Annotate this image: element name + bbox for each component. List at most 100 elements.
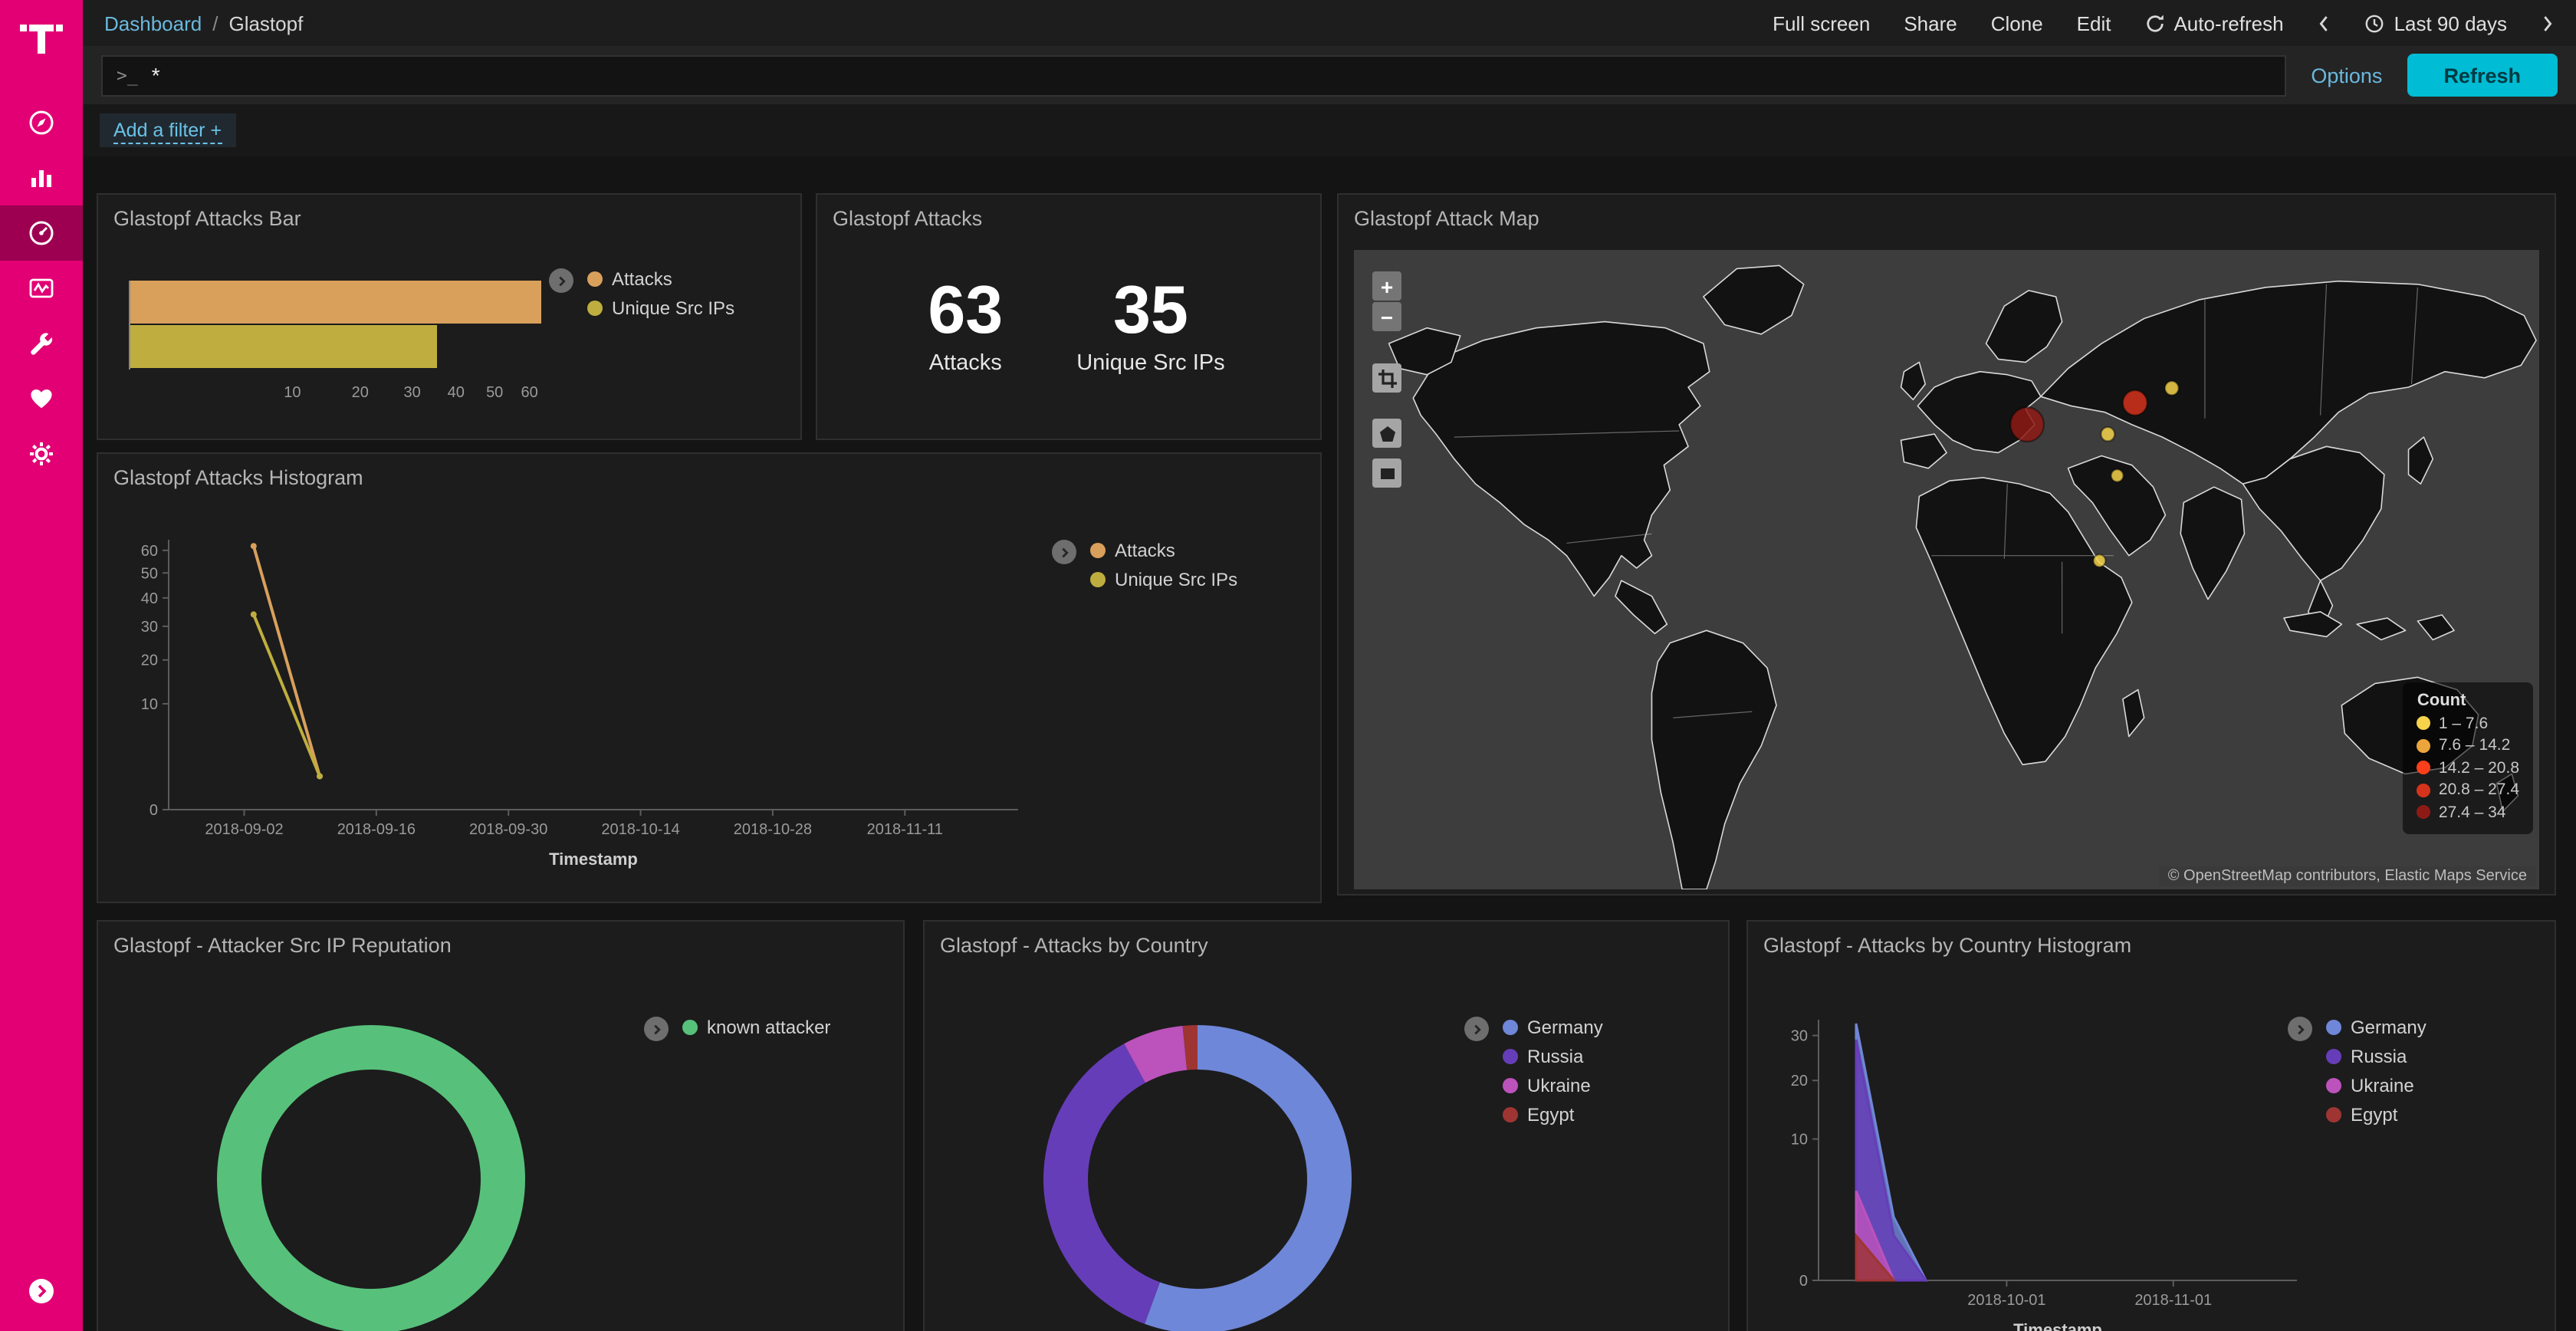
legend-item-germany[interactable]: Germany [2326,1017,2426,1038]
legend-label: known attacker [707,1017,830,1038]
attack-point[interactable] [2165,381,2179,395]
axis-label: 50 [141,565,158,582]
donut-chart-svg [1037,1018,1359,1331]
panel-attacks-bar: Glastopf Attacks Bar 102030405060Attacks… [97,193,802,440]
breadcrumb-current: Glastopf [228,12,303,35]
time-forward-button[interactable] [2541,13,2555,33]
add-filter-button[interactable]: Add a filter + [100,113,235,147]
legend: Attacks Unique Src IPs [1052,540,1237,590]
add-filter-label: Add a filter + [113,120,222,144]
attack-point[interactable] [2093,554,2105,567]
axis-label: 20 [1791,1073,1808,1089]
legend-toggle-icon[interactable] [2288,1017,2312,1041]
legend-toggle-icon[interactable] [1464,1017,1489,1041]
options-link[interactable]: Options [2311,64,2382,87]
breadcrumb-dashboard-link[interactable]: Dashboard [104,12,202,35]
time-back-button[interactable] [2318,13,2331,33]
time-range-button[interactable]: Last 90 days [2365,12,2507,35]
legend-dot [682,1020,698,1035]
menu-item-edit[interactable]: Edit [2077,12,2111,35]
sidebar-item-devtools[interactable] [0,316,83,371]
legend-item-ukraine[interactable]: Ukraine [1503,1075,1603,1096]
map-legend-row: 1 – 7.6 [2417,714,2519,732]
legend-toggle-icon[interactable] [549,268,573,293]
sidebar-item-dashboard[interactable] [0,205,83,261]
axis-label: 30 [1791,1028,1808,1045]
menu-item-share[interactable]: Share [1904,12,1957,35]
tick-label: 60 [521,385,537,402]
legend-items: known attacker [682,1017,830,1038]
legend-item-known-attacker[interactable]: known attacker [682,1017,830,1038]
panel-title: Glastopf - Attacker Src IP Reputation [113,934,888,957]
search-input[interactable] [152,63,2272,87]
query-bar: >_ Options Refresh [83,46,2576,104]
legend-item-russia[interactable]: Russia [2326,1046,2426,1067]
legend-items: Germany Russia Ukraine Egypt [1503,1017,1603,1126]
bar-attacks[interactable] [130,281,541,324]
panel-attacks-metric: Glastopf Attacks 63Attacks35Unique Src I… [816,193,1322,440]
legend-dot [2326,1049,2341,1064]
tick-label: 50 [486,385,503,402]
metric-row: 63Attacks35Unique Src IPs [833,278,1305,376]
area-chart-svg: 01020302018-10-012018-11-01Timestamp [1766,1001,2309,1331]
legend-items: Attacks Unique Src IPs [1090,540,1237,590]
attack-point[interactable] [2123,390,2147,416]
filter-bar: Add a filter + [83,104,2576,156]
query-input-wrap: >_ [101,54,2286,96]
axis-label: 2018-11-01 [2134,1292,2212,1309]
zoom-in-button[interactable]: + [1372,271,1401,301]
gear-icon [28,440,55,468]
series-unique-src-ips[interactable] [254,614,320,776]
legend-item-ukraine[interactable]: Ukraine [2326,1075,2426,1096]
legend-item-attacks[interactable]: Attacks [587,268,734,290]
tick-label: 10 [284,385,301,402]
menu-item-full-screen[interactable]: Full screen [1773,12,1870,35]
attack-point[interactable] [2111,469,2124,481]
crop-tool-button[interactable] [1372,363,1401,393]
bar-unique-src-ips[interactable] [130,325,436,368]
rectangle-tool-button[interactable] [1372,458,1401,488]
refresh-button[interactable]: Refresh [2407,54,2558,97]
polygon-tool-button[interactable] [1372,419,1401,448]
donut-chart-svg [210,1018,532,1331]
legend: Germany Russia Ukraine Egypt [2288,1017,2426,1126]
legend-item-attacks[interactable]: Attacks [1090,540,1237,561]
time-range-label: Last 90 days [2394,12,2507,35]
panel-title: Glastopf Attacks Histogram [113,466,1305,489]
attack-map[interactable]: © OpenStreetMap contributors, Elastic Ma… [1354,250,2539,889]
metric-label: Unique Src IPs [1076,351,1224,376]
legend-label: 27.4 – 34 [2439,803,2506,821]
zoom-out-button[interactable]: − [1372,302,1401,331]
menu-items: Full screen Share Clone Edit [1773,12,2111,35]
legend: Attacks Unique Src IPs [549,268,734,319]
axis-label: 40 [141,590,158,607]
sidebar-item-timelion[interactable] [0,261,83,316]
attack-point[interactable] [2010,407,2044,442]
attack-point[interactable] [2101,427,2114,441]
collapse-sidebar-button[interactable] [28,1277,55,1313]
legend-item-unique-src-ips[interactable]: Unique Src IPs [1090,569,1237,590]
legend-item-unique-src-ips[interactable]: Unique Src IPs [587,297,734,319]
sidebar-item-management[interactable] [0,426,83,481]
sidebar-item-visualize[interactable] [0,150,83,205]
tick-label: 30 [403,385,420,402]
sidebar-item-monitoring[interactable] [0,371,83,426]
polygon-icon [1378,424,1396,442]
legend-toggle-icon[interactable] [1052,540,1076,564]
sidebar-item-discover[interactable] [0,95,83,150]
donut-slice-known-attacker[interactable] [239,1047,503,1311]
legend-item-germany[interactable]: Germany [1503,1017,1603,1038]
series-attacks[interactable] [254,546,320,776]
area-chart: 01020302018-10-012018-11-01TimestampGerm… [1763,965,2539,1331]
legend-item-egypt[interactable]: Egypt [2326,1104,2426,1126]
axis-label: 2018-09-02 [205,821,283,838]
donut-chart: Germany Russia Ukraine Egypt [940,965,1713,1331]
legend-label: Egypt [1527,1104,1574,1126]
auto-refresh-button[interactable]: Auto-refresh [2144,12,2283,35]
menu-item-clone[interactable]: Clone [1991,12,2043,35]
metric-visualization: 63Attacks35Unique Src IPs [833,238,1305,432]
legend-item-egypt[interactable]: Egypt [1503,1104,1603,1126]
legend-item-russia[interactable]: Russia [1503,1046,1603,1067]
line-chart-svg: 01020304050602018-09-022018-09-162018-09… [113,521,1052,908]
legend-toggle-icon[interactable] [644,1017,669,1041]
